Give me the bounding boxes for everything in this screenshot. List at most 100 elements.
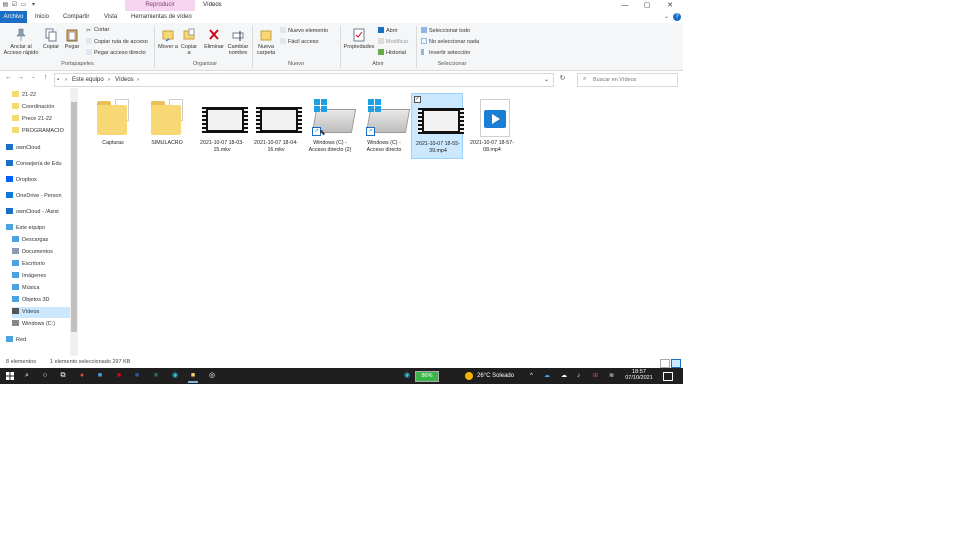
nav-item[interactable]: Descargas	[12, 235, 70, 246]
nav-item[interactable]: Objetos 3D	[12, 295, 70, 306]
nav-scrollbar-thumb[interactable]	[71, 102, 77, 332]
refresh-icon[interactable]: ↻	[558, 74, 567, 82]
mail-icon[interactable]: ■	[95, 371, 105, 381]
tab-video-tools[interactable]: Herramientas de vídeo	[131, 11, 192, 23]
nav-item[interactable]: PROGRAMACIO	[12, 126, 70, 137]
selection-checkbox[interactable]: ✓	[414, 96, 421, 103]
clock[interactable]: 18:57 07/10/2021	[619, 369, 659, 381]
file-explorer-icon[interactable]: ■	[188, 371, 198, 383]
rename-button[interactable]: Cambiar nombre	[226, 28, 250, 56]
large-icons-view-icon[interactable]	[671, 359, 681, 368]
battery-indicator[interactable]: 86%	[415, 371, 439, 382]
chevron-up-icon[interactable]: ^	[530, 371, 533, 381]
minimize-button[interactable]: —	[614, 0, 636, 11]
forward-arrow-icon[interactable]: →	[16, 74, 25, 81]
tab-view[interactable]: Vista	[104, 11, 117, 23]
nav-item[interactable]: OneDrive - Person	[6, 191, 70, 202]
edge-icon[interactable]: ◉	[170, 371, 180, 381]
onedrive-tray-icon[interactable]: ☁	[544, 371, 550, 381]
file-item[interactable]: SIMULACRO	[141, 93, 193, 159]
chrome-icon[interactable]: ●	[77, 371, 87, 381]
copy-button[interactable]: Copiar	[41, 28, 61, 50]
nav-item[interactable]: ownCloud - /Asist	[6, 207, 70, 218]
nav-scrollbar[interactable]	[70, 88, 78, 356]
context-tab-play[interactable]: Reproducir	[125, 0, 195, 11]
new-folder-button[interactable]: Nueva carpeta	[254, 28, 278, 56]
edit-button[interactable]: Modificar	[378, 38, 408, 46]
new-folder-icon[interactable]: ▭	[20, 2, 27, 9]
nav-item[interactable]: Consejería de Edu	[6, 159, 70, 170]
paste-button[interactable]: Pegar	[62, 28, 82, 50]
invert-selection-button[interactable]: Invertir selección	[421, 49, 470, 57]
copy-path-button[interactable]: Copiar ruta de acceso	[86, 38, 148, 46]
tab-home[interactable]: Inicio	[35, 11, 49, 23]
delete-button[interactable]: Eliminar	[202, 28, 226, 50]
nav-item[interactable]: Música	[12, 283, 70, 294]
cloud-tray-icon[interactable]: ☁	[561, 371, 567, 381]
windows-start-icon[interactable]	[5, 371, 15, 381]
details-view-icon[interactable]	[660, 359, 670, 368]
search-icon[interactable]: ⌕	[22, 371, 32, 381]
tab-share[interactable]: Compartir	[63, 11, 89, 23]
properties-icon[interactable]: ☑	[11, 2, 18, 9]
cut-button[interactable]: ✂ Cortar	[86, 27, 109, 34]
open-button[interactable]: Abrir	[378, 27, 398, 35]
obs-icon[interactable]: ◎	[207, 371, 217, 381]
close-button[interactable]: ✕	[659, 0, 681, 11]
properties-button[interactable]: Propiedades	[342, 28, 376, 50]
nav-item[interactable]: Prece 21-22	[12, 114, 70, 125]
select-none-button[interactable]: No seleccionar nada	[421, 38, 479, 46]
nav-item[interactable]: Red	[6, 335, 70, 346]
wifi-icon[interactable]: ≋	[609, 371, 614, 381]
select-all-button[interactable]: Seleccionar todo	[421, 27, 470, 35]
new-item-button[interactable]: Nuevo elemento	[280, 27, 328, 35]
nav-item[interactable]: Dropbox	[6, 175, 70, 186]
maximize-button[interactable]: ▢	[636, 0, 658, 11]
nav-item[interactable]: Documentos	[12, 247, 70, 258]
nav-item[interactable]: Windows (C:)	[12, 319, 70, 330]
pin-quick-access-button[interactable]: Anclar al Acceso rápido	[3, 28, 39, 56]
nav-item[interactable]: Imágenes	[12, 271, 70, 282]
search-box[interactable]: ⌕	[577, 73, 678, 87]
file-item[interactable]: ↗ Windows (C) - Acceso directo	[358, 93, 411, 159]
tab-file[interactable]: Archivo	[0, 11, 27, 23]
word-icon[interactable]: ■	[132, 371, 142, 381]
help-icon[interactable]: ?	[673, 13, 681, 21]
breadcrumb-videos[interactable]: Vídeos	[115, 74, 134, 86]
sun-icon[interactable]	[465, 372, 473, 380]
weather-text[interactable]: 26°C Soleado	[477, 368, 514, 384]
nav-item[interactable]: Este equipo	[6, 223, 70, 234]
easy-access-button[interactable]: Fácil acceso	[280, 38, 319, 46]
copy-to-button[interactable]: Copiar a	[179, 28, 199, 56]
back-arrow-icon[interactable]: ←	[4, 74, 13, 81]
file-item[interactable]: Capturas	[87, 93, 139, 159]
address-dropdown-icon[interactable]: ⌄	[544, 74, 549, 86]
address-field[interactable]: ▪ › Este equipo › Vídeos › ⌄	[54, 73, 554, 87]
file-item[interactable]: ✓ 2021-10-07 18-55-39.mp4	[411, 93, 464, 159]
nav-item[interactable]: 21-22	[12, 90, 70, 101]
nav-item[interactable]: Escritorio	[12, 259, 70, 270]
task-view-icon[interactable]: ⧉	[58, 371, 68, 381]
chevron-down-icon[interactable]: ▾	[30, 2, 37, 9]
file-view[interactable]: Capturas SIMULACRO 2021-10-07 18-03-15.mkv…	[80, 88, 683, 356]
nav-item[interactable]: Vídeos	[12, 307, 70, 318]
chevron-down-icon[interactable]: ⌄	[664, 13, 669, 20]
nav-item[interactable]: ownCloud	[6, 143, 70, 154]
excel-icon[interactable]: ■	[151, 371, 161, 381]
search-input[interactable]	[593, 75, 673, 84]
notification-icon[interactable]	[663, 372, 673, 381]
cortana-icon[interactable]: ○	[40, 371, 50, 381]
paste-shortcut-button[interactable]: Pegar acceso directo	[86, 49, 146, 57]
app-tray-icon[interactable]: ⊞	[593, 371, 598, 381]
history-button[interactable]: Historial	[378, 49, 406, 57]
speaker-icon[interactable]: ♪	[577, 371, 580, 381]
pdf-reader-icon[interactable]: ■	[114, 371, 124, 381]
move-to-button[interactable]: Mover a	[158, 28, 178, 50]
file-item[interactable]: 2021-10-07 18-57-08.mp4	[466, 93, 518, 159]
recent-locations-chevron-icon[interactable]: ⌄	[29, 74, 38, 80]
network-tray-icon[interactable]: ◉	[402, 371, 412, 381]
up-arrow-icon[interactable]: ↑	[41, 74, 50, 81]
file-item[interactable]: 2021-10-07 18-03-15.mkv	[196, 93, 248, 159]
breadcrumb-este-equipo[interactable]: Este equipo	[72, 74, 104, 86]
file-item[interactable]: ↗ Windows (C) - Acceso directo (2)	[304, 93, 357, 159]
